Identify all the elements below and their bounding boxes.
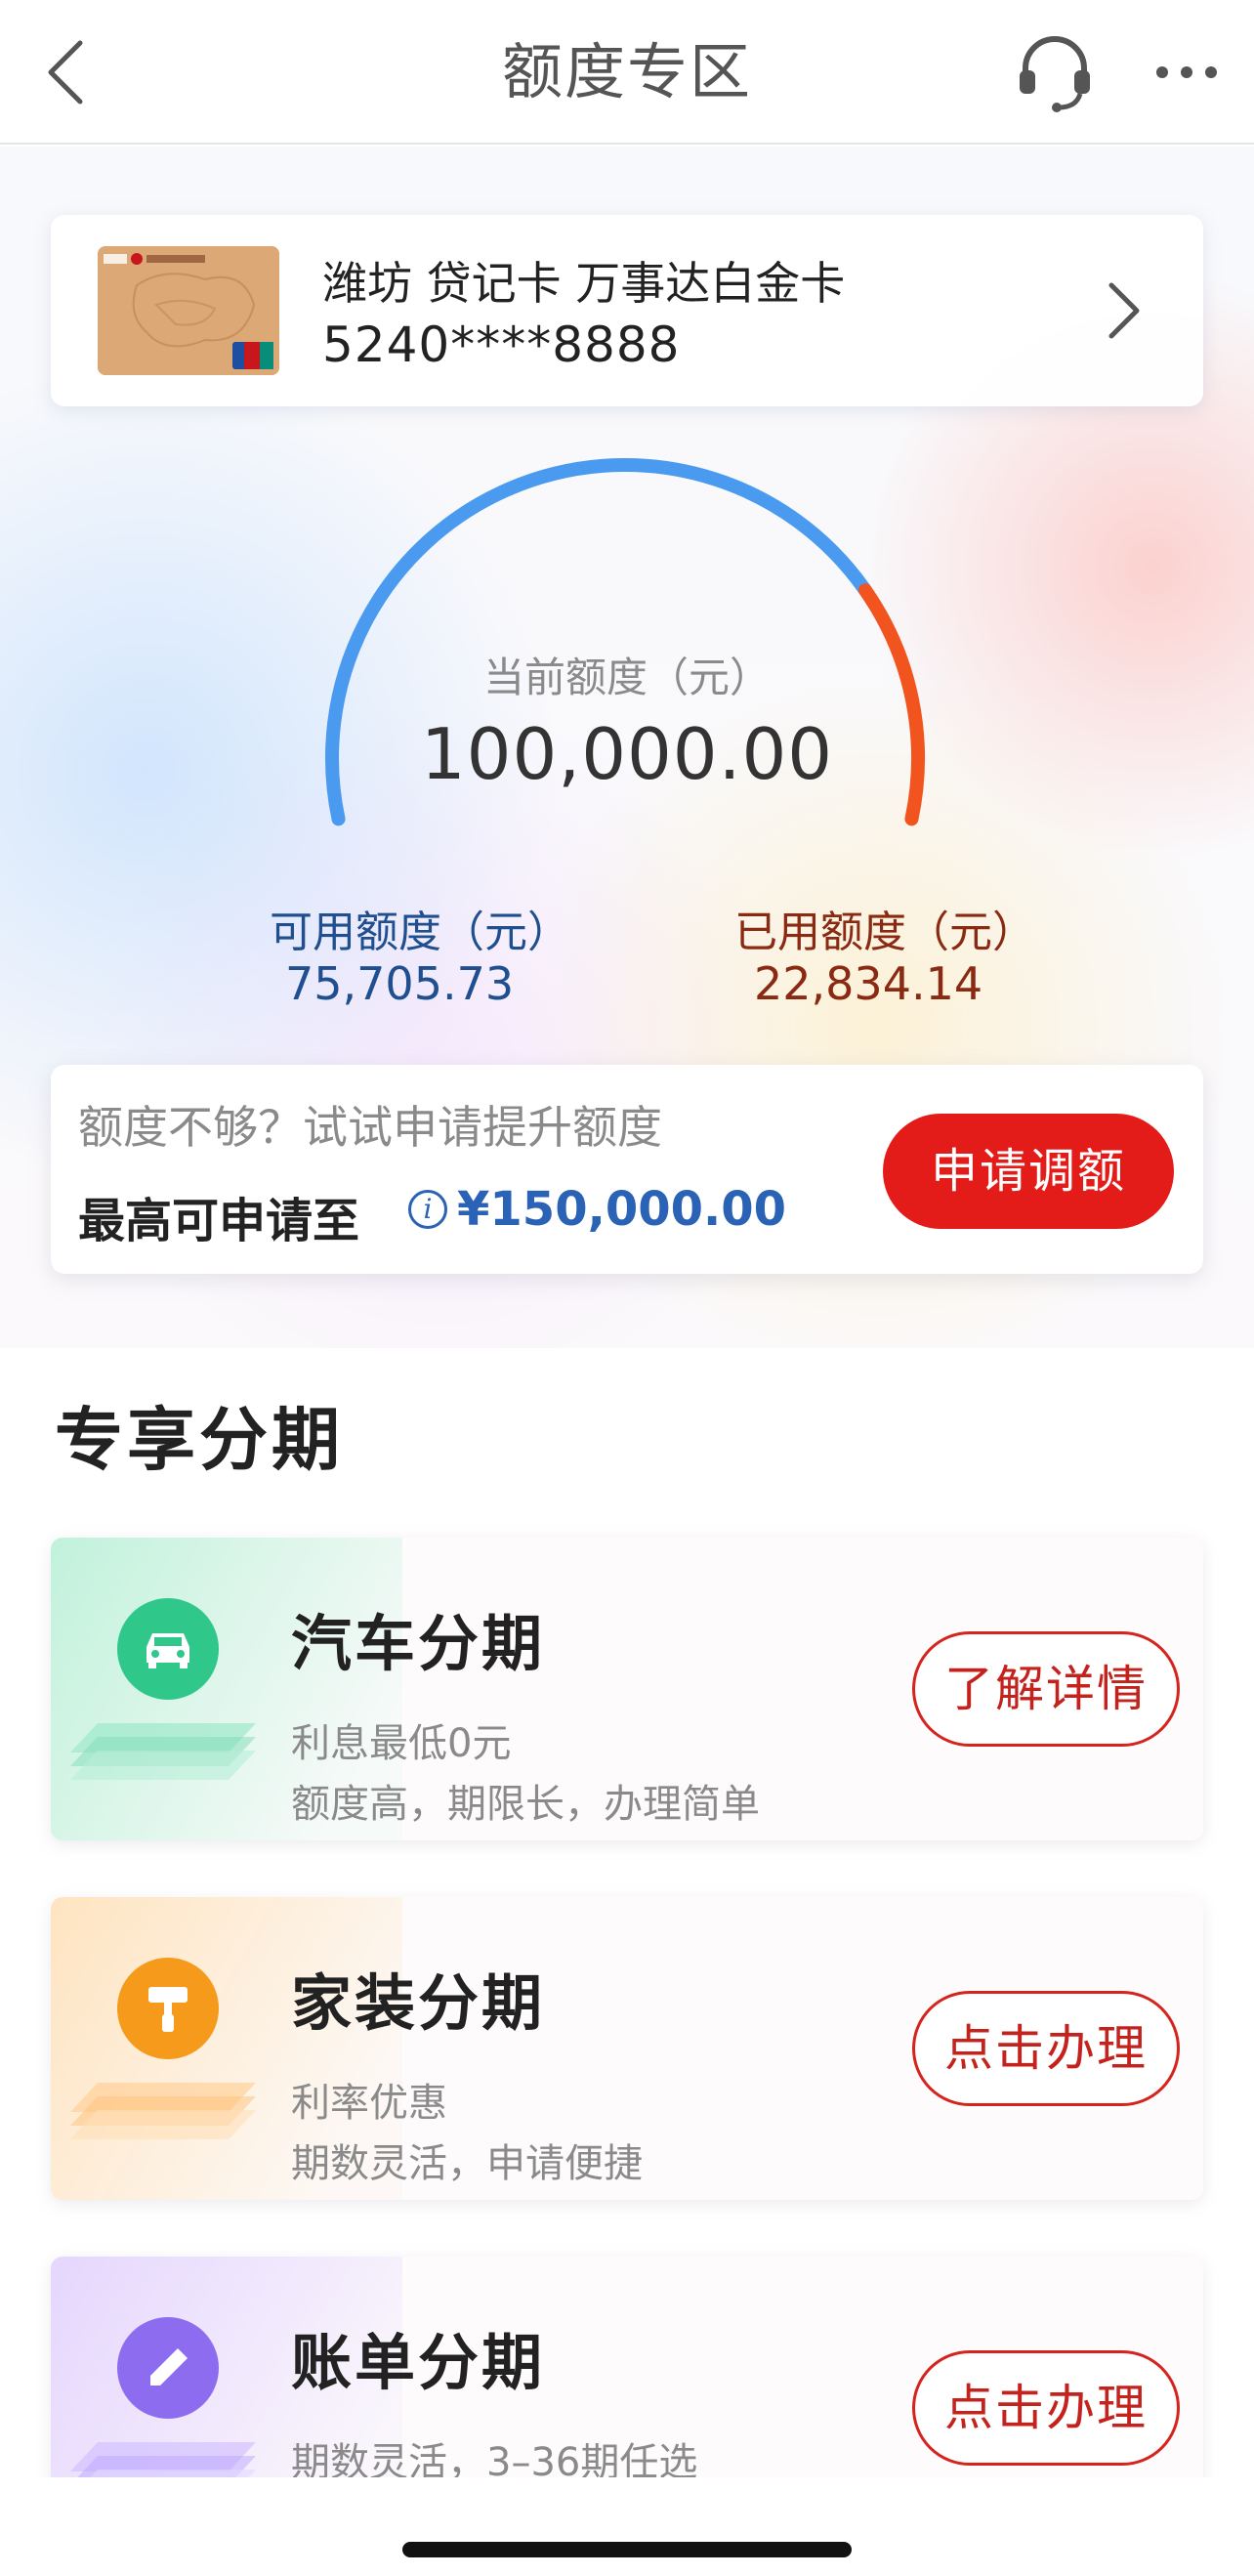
max-apply-value: ¥150,000.00	[457, 1182, 787, 1237]
bottom-safe-area	[0, 2477, 1254, 2576]
learn-more-button[interactable]: 了解详情	[912, 1631, 1180, 1747]
installment-title: 账单分期	[291, 2327, 546, 2398]
available-limit-value: 75,705.73	[285, 957, 515, 1010]
info-icon[interactable]: i	[408, 1190, 447, 1229]
installment-desc: 期数灵活，申请便捷	[291, 2141, 643, 2186]
home-indicator[interactable]	[402, 2542, 852, 2557]
available-limit-label: 可用额度（元）	[270, 908, 570, 957]
apply-raise-button[interactable]: 申请调额	[883, 1114, 1174, 1229]
apply-now-button[interactable]: 点击办理	[912, 1991, 1180, 2106]
section-title: 专享分期	[55, 1400, 344, 1480]
installment-desc: 利率优惠	[291, 2081, 447, 2126]
raise-limit-hint: 额度不够？试试申请提升额度	[78, 1101, 662, 1154]
more-button[interactable]	[1152, 45, 1221, 100]
car-installment-card[interactable]: 汽车分期 利息最低0元 额度高，期限长，办理简单 了解详情	[51, 1538, 1203, 1840]
home-decoration-installment-card[interactable]: 家装分期 利率优惠 期数灵活，申请便捷 点击办理	[51, 1897, 1203, 2200]
installment-title: 汽车分期	[291, 1608, 546, 1679]
car-icon	[117, 1598, 219, 1700]
installment-desc: 额度高，期限长，办理简单	[291, 1782, 760, 1827]
used-limit-label: 已用额度（元）	[734, 908, 1035, 957]
more-dot-icon	[1181, 66, 1192, 78]
platform-icon	[70, 2083, 256, 2139]
more-dot-icon	[1156, 66, 1168, 78]
paint-roller-icon	[117, 1958, 219, 2059]
apply-now-button[interactable]: 点击办理	[912, 2350, 1180, 2466]
current-limit-label: 当前额度（元）	[482, 654, 771, 701]
customer-service-button[interactable]	[1016, 31, 1094, 113]
platform-icon	[70, 1723, 256, 1780]
card-number: 5240****8888	[322, 317, 681, 373]
card-name: 潍坊 贷记卡 万事达白金卡	[322, 257, 846, 310]
quota-zone-page: 额度专区 潍坊 贷记卡 万事达白金卡 5240****8888 当前额度（元） …	[0, 0, 1254, 2576]
installment-title: 家装分期	[291, 1967, 546, 2039]
nav-header: 额度专区	[0, 0, 1254, 145]
more-dot-icon	[1205, 66, 1217, 78]
installment-desc: 利息最低0元	[291, 1721, 512, 1766]
chevron-right-icon	[1102, 275, 1145, 346]
pencil-icon	[117, 2317, 219, 2419]
used-limit-value: 22,834.14	[754, 957, 983, 1010]
current-limit-value: 100,000.00	[420, 713, 834, 795]
credit-card-image	[98, 246, 279, 375]
headset-icon	[1020, 36, 1090, 112]
card-selector[interactable]: 潍坊 贷记卡 万事达白金卡 5240****8888	[51, 215, 1203, 406]
raise-limit-panel: 额度不够？试试申请提升额度 最高可申请至 i ¥150,000.00 申请调额	[51, 1065, 1203, 1274]
max-apply-label: 最高可申请至	[78, 1194, 360, 1248]
